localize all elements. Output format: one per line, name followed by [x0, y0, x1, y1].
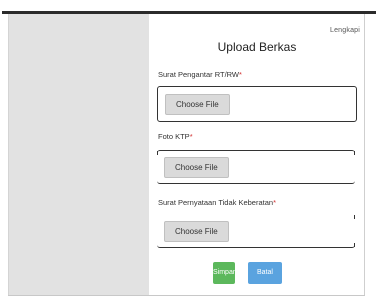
required-mark: *	[273, 198, 276, 207]
close-link[interactable]: Lengkapi	[330, 27, 360, 34]
bottom-border	[8, 295, 365, 296]
field-label-surat-pengantar: Surat Pengantar RT/RW*	[158, 70, 242, 79]
modal-title: Upload Berkas	[217, 40, 297, 54]
sidebar-panel	[9, 14, 149, 295]
field-label-text: Foto KTP	[158, 132, 190, 141]
box-corner	[354, 243, 355, 247]
choose-file-button[interactable]: Choose File	[164, 221, 229, 242]
field-label-foto-ktp: Foto KTP*	[158, 132, 193, 141]
file-input-surat-pengantar[interactable]: Choose File	[157, 86, 357, 122]
box-corner	[157, 151, 158, 155]
choose-file-button[interactable]: Choose File	[165, 94, 230, 115]
box-corner	[354, 151, 355, 155]
window: Lengkapi Upload Berkas Surat Pengantar R…	[0, 0, 379, 307]
cancel-button[interactable]: Batal	[248, 262, 282, 284]
box-corner	[354, 215, 355, 219]
field-label-text: Surat Pernyataan Tidak Keberatan	[158, 198, 274, 207]
field-label-surat-pernyataan: Surat Pernyataan Tidak Keberatan*	[158, 198, 276, 207]
file-input-foto-ktp[interactable]: Choose File	[157, 150, 355, 184]
field-label-text: Surat Pengantar RT/RW	[158, 70, 240, 79]
save-button[interactable]: Simpan	[213, 262, 237, 284]
required-mark: *	[189, 132, 193, 141]
required-mark: *	[239, 70, 242, 79]
file-input-surat-pernyataan[interactable]: Choose File	[157, 213, 355, 248]
right-border	[364, 14, 365, 296]
choose-file-button[interactable]: Choose File	[164, 157, 229, 178]
